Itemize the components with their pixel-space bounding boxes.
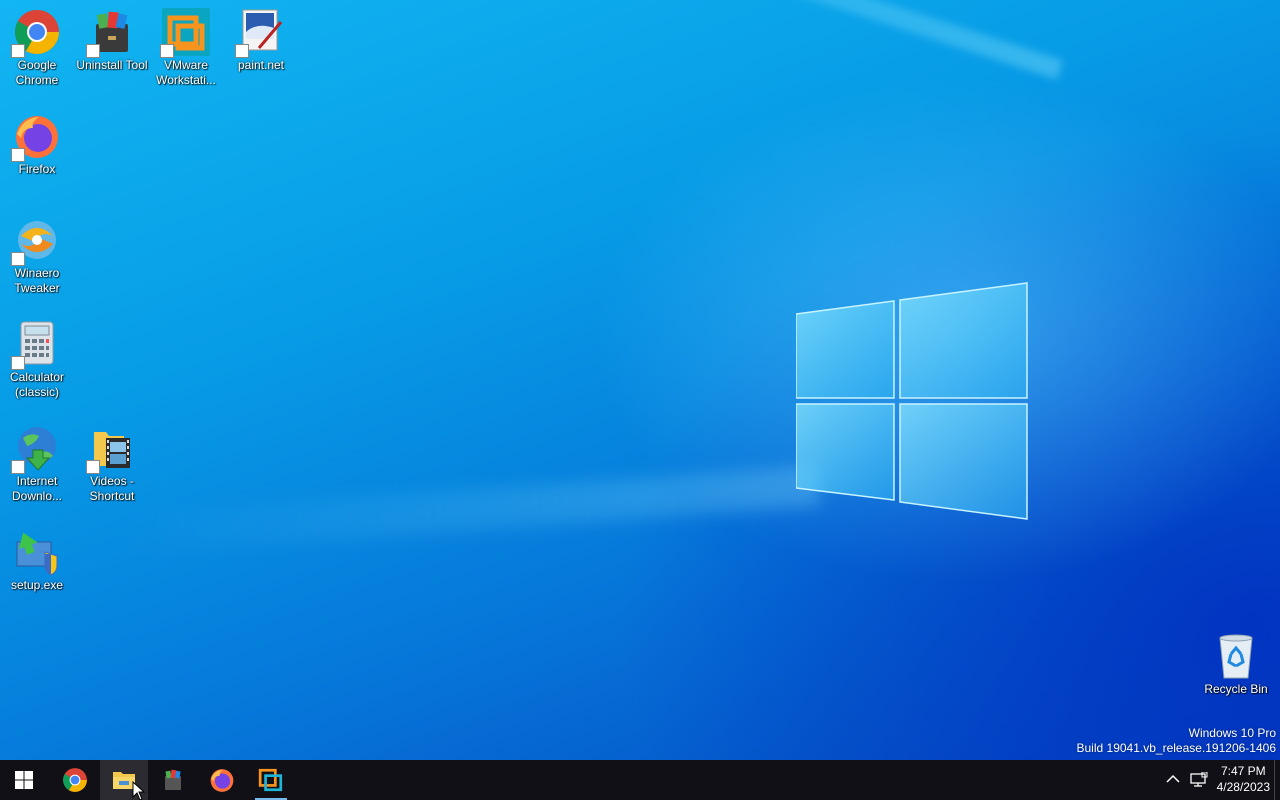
shortcut-arrow-icon	[86, 44, 100, 58]
taskbar-firefox[interactable]	[198, 760, 246, 800]
shortcut-arrow-icon	[235, 44, 249, 58]
icon-label: Google Chrome	[15, 58, 59, 87]
firefox-icon	[11, 112, 61, 162]
shortcut-arrow-icon	[11, 148, 25, 162]
desktop[interactable]: Google Chrome Uninstall Tool VMware Work…	[0, 0, 1280, 760]
clock-date: 4/28/2023	[1216, 780, 1270, 794]
chevron-up-icon	[1166, 774, 1180, 783]
setup-installer-icon	[13, 528, 61, 576]
recycle-bin-icon	[1212, 632, 1260, 680]
desktop-icon-paint-net[interactable]: paint.net	[224, 8, 298, 73]
network-monitor-icon	[1190, 771, 1208, 787]
desktop-icon-setup-exe[interactable]: setup.exe	[0, 528, 74, 593]
icon-label: Videos - Shortcut	[89, 474, 135, 503]
windows-edition-watermark: Windows 10 Pro Build 19041.vb_release.19…	[1077, 726, 1277, 756]
light-beam	[119, 465, 821, 555]
start-button[interactable]	[0, 760, 48, 800]
desktop-icon-firefox[interactable]: Firefox	[0, 112, 74, 177]
paint-net-icon	[235, 8, 285, 58]
desktop-icon-vmware-workstation[interactable]: VMware Workstati...	[149, 8, 223, 88]
desktop-icon-calculator-classic[interactable]: Calculator (classic)	[0, 320, 74, 400]
shortcut-arrow-icon	[86, 460, 100, 474]
winaero-tweaker-icon	[11, 216, 61, 266]
vmware-icon	[258, 768, 283, 792]
light-beam	[296, 0, 1064, 80]
chrome-icon	[11, 8, 61, 58]
icon-label: Winaero Tweaker	[14, 266, 60, 295]
taskbar-vmware-workstation[interactable]	[247, 760, 295, 800]
chrome-icon	[63, 768, 87, 792]
firefox-icon	[210, 769, 234, 792]
desktop-icon-winaero-tweaker[interactable]: Winaero Tweaker	[0, 216, 74, 296]
windows-logo-wallpaper	[796, 282, 1028, 520]
vmware-icon	[160, 8, 210, 58]
calculator-icon	[11, 320, 61, 370]
build-text: Build 19041.vb_release.191206-1406	[1076, 741, 1277, 755]
desktop-icon-internet-download-manager[interactable]: Internet Downlo...	[0, 424, 74, 504]
internet-download-manager-icon	[11, 424, 61, 474]
icon-label: Uninstall Tool	[76, 58, 148, 72]
desktop-icon-recycle-bin[interactable]: Recycle Bin	[1199, 632, 1273, 697]
edition-text: Windows 10 Pro	[1188, 726, 1276, 740]
shortcut-arrow-icon	[11, 44, 25, 58]
show-hidden-icons-chevron[interactable]	[1166, 770, 1180, 786]
icon-label: setup.exe	[10, 578, 64, 592]
icon-label: Calculator (classic)	[9, 370, 65, 399]
shortcut-arrow-icon	[11, 252, 25, 266]
taskbar-chrome[interactable]	[51, 760, 99, 800]
network-icon[interactable]	[1190, 771, 1208, 793]
show-desktop-button[interactable]	[1274, 760, 1280, 800]
desktop-icon-videos-shortcut[interactable]: Videos - Shortcut	[75, 424, 149, 504]
shortcut-arrow-icon	[160, 44, 174, 58]
videos-folder-icon	[86, 424, 136, 474]
icon-label: VMware Workstati...	[156, 58, 216, 87]
mouse-cursor-icon	[132, 781, 146, 800]
shortcut-arrow-icon	[11, 356, 25, 370]
icon-label: Recycle Bin	[1204, 682, 1268, 696]
desktop-icon-google-chrome[interactable]: Google Chrome	[0, 8, 74, 88]
icon-label: Internet Downlo...	[11, 474, 63, 503]
shortcut-arrow-icon	[11, 460, 25, 474]
taskbar: 7:47 PM 4/28/2023	[0, 760, 1280, 800]
taskbar-uninstall-tool[interactable]	[149, 760, 197, 800]
taskbar-clock[interactable]: 7:47 PM 4/28/2023	[1217, 763, 1270, 795]
icon-label: Firefox	[18, 162, 56, 176]
uninstall-tool-icon	[86, 8, 136, 58]
icon-label: paint.net	[237, 58, 285, 72]
clock-time: 7:47 PM	[1220, 764, 1266, 778]
uninstall-tool-icon	[165, 769, 181, 790]
windows-start-icon	[15, 771, 33, 789]
desktop-icon-uninstall-tool[interactable]: Uninstall Tool	[75, 8, 149, 73]
